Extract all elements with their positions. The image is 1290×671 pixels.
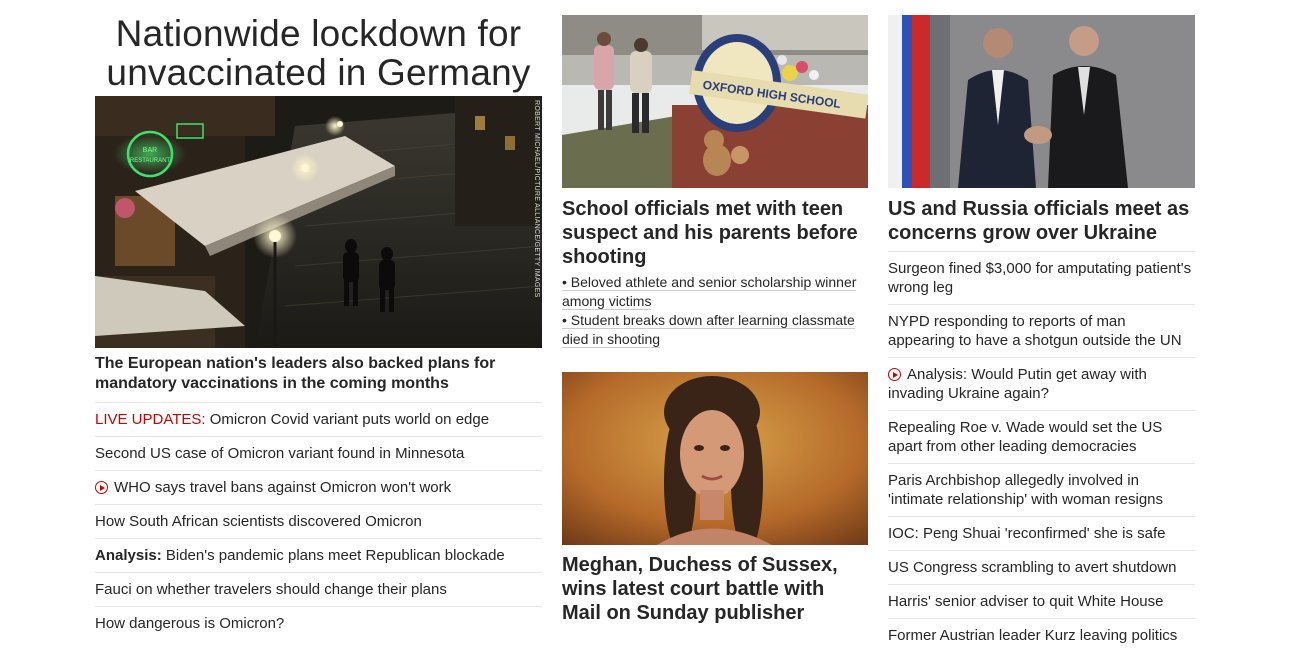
bar-neon-sign: BAR — [143, 147, 157, 154]
list-item[interactable]: WHO says travel bans against Omicron won… — [95, 470, 542, 504]
list-item[interactable]: NYPD responding to reports of man appear… — [888, 304, 1195, 357]
photo-credit: ROBERT MICHAEL/PICTURE ALLIANCE/GETTY IM… — [533, 100, 540, 298]
school-story-links: • Beloved athlete and senior scholarship… — [562, 273, 868, 349]
list-item[interactable]: Second US case of Omicron variant found … — [95, 436, 542, 470]
list-item[interactable]: US Congress scrambling to avert shutdown — [888, 550, 1195, 584]
us-russia-story-title[interactable]: US and Russia officials meet as concerns… — [888, 197, 1195, 245]
us-russia-story-image[interactable] — [888, 15, 1195, 188]
meghan-story-title[interactable]: Meghan, Duchess of Sussex, wins latest c… — [562, 553, 868, 625]
lead-headline[interactable]: Nationwide lockdown for unvaccinated in … — [95, 14, 542, 92]
lead-sub-headline[interactable]: The European nation's leaders also backe… — [95, 354, 542, 394]
restaurant-neon-sign: RESTAURANT — [130, 158, 171, 164]
list-item[interactable]: Analysis: Would Putin get away with inva… — [888, 357, 1195, 410]
video-play-icon — [95, 481, 108, 494]
lead-story-image[interactable]: BAR RESTAURANT ROBERT MICHAEL/PICTURE AL… — [95, 96, 542, 348]
list-item[interactable]: IOC: Peng Shuai 'reconfirmed' she is saf… — [888, 516, 1195, 550]
list-item[interactable]: Paris Archbishop allegedly involved in '… — [888, 463, 1195, 516]
video-play-icon — [888, 368, 901, 381]
related-links-list: LIVE UPDATES: Omicron Covid variant puts… — [95, 402, 542, 640]
list-item[interactable]: Former Austrian leader Kurz leaving poli… — [888, 618, 1195, 652]
middle-column: OXFORD HIGH SCHOOL School officials met … — [562, 0, 868, 625]
list-item[interactable]: • Beloved athlete and senior scholarship… — [562, 273, 868, 311]
analysis-label: Analysis: — [95, 547, 162, 564]
list-item[interactable]: • Student breaks down after learning cla… — [562, 311, 868, 349]
school-story-image[interactable]: OXFORD HIGH SCHOOL — [562, 15, 868, 188]
list-item[interactable]: Repealing Roe v. Wade would set the US a… — [888, 410, 1195, 463]
lead-story: Nationwide lockdown for unvaccinated in … — [95, 0, 542, 640]
list-item[interactable]: Harris' senior adviser to quit White Hou… — [888, 584, 1195, 618]
school-story-title[interactable]: School officials met with teen suspect a… — [562, 197, 868, 269]
list-item[interactable]: How dangerous is Omicron? — [95, 606, 542, 640]
list-item[interactable]: Fauci on whether travelers should change… — [95, 572, 542, 606]
list-item[interactable]: LIVE UPDATES: Omicron Covid variant puts… — [95, 402, 542, 436]
list-item[interactable]: Analysis: Biden's pandemic plans meet Re… — [95, 538, 542, 572]
meghan-story-image[interactable] — [562, 372, 868, 545]
list-item[interactable]: How South African scientists discovered … — [95, 504, 542, 538]
right-column: US and Russia officials meet as concerns… — [888, 0, 1195, 652]
right-links-list: Surgeon fined $3,000 for amputating pati… — [888, 251, 1195, 652]
list-item[interactable]: Surgeon fined $3,000 for amputating pati… — [888, 251, 1195, 304]
live-updates-label: LIVE UPDATES: — [95, 411, 206, 428]
